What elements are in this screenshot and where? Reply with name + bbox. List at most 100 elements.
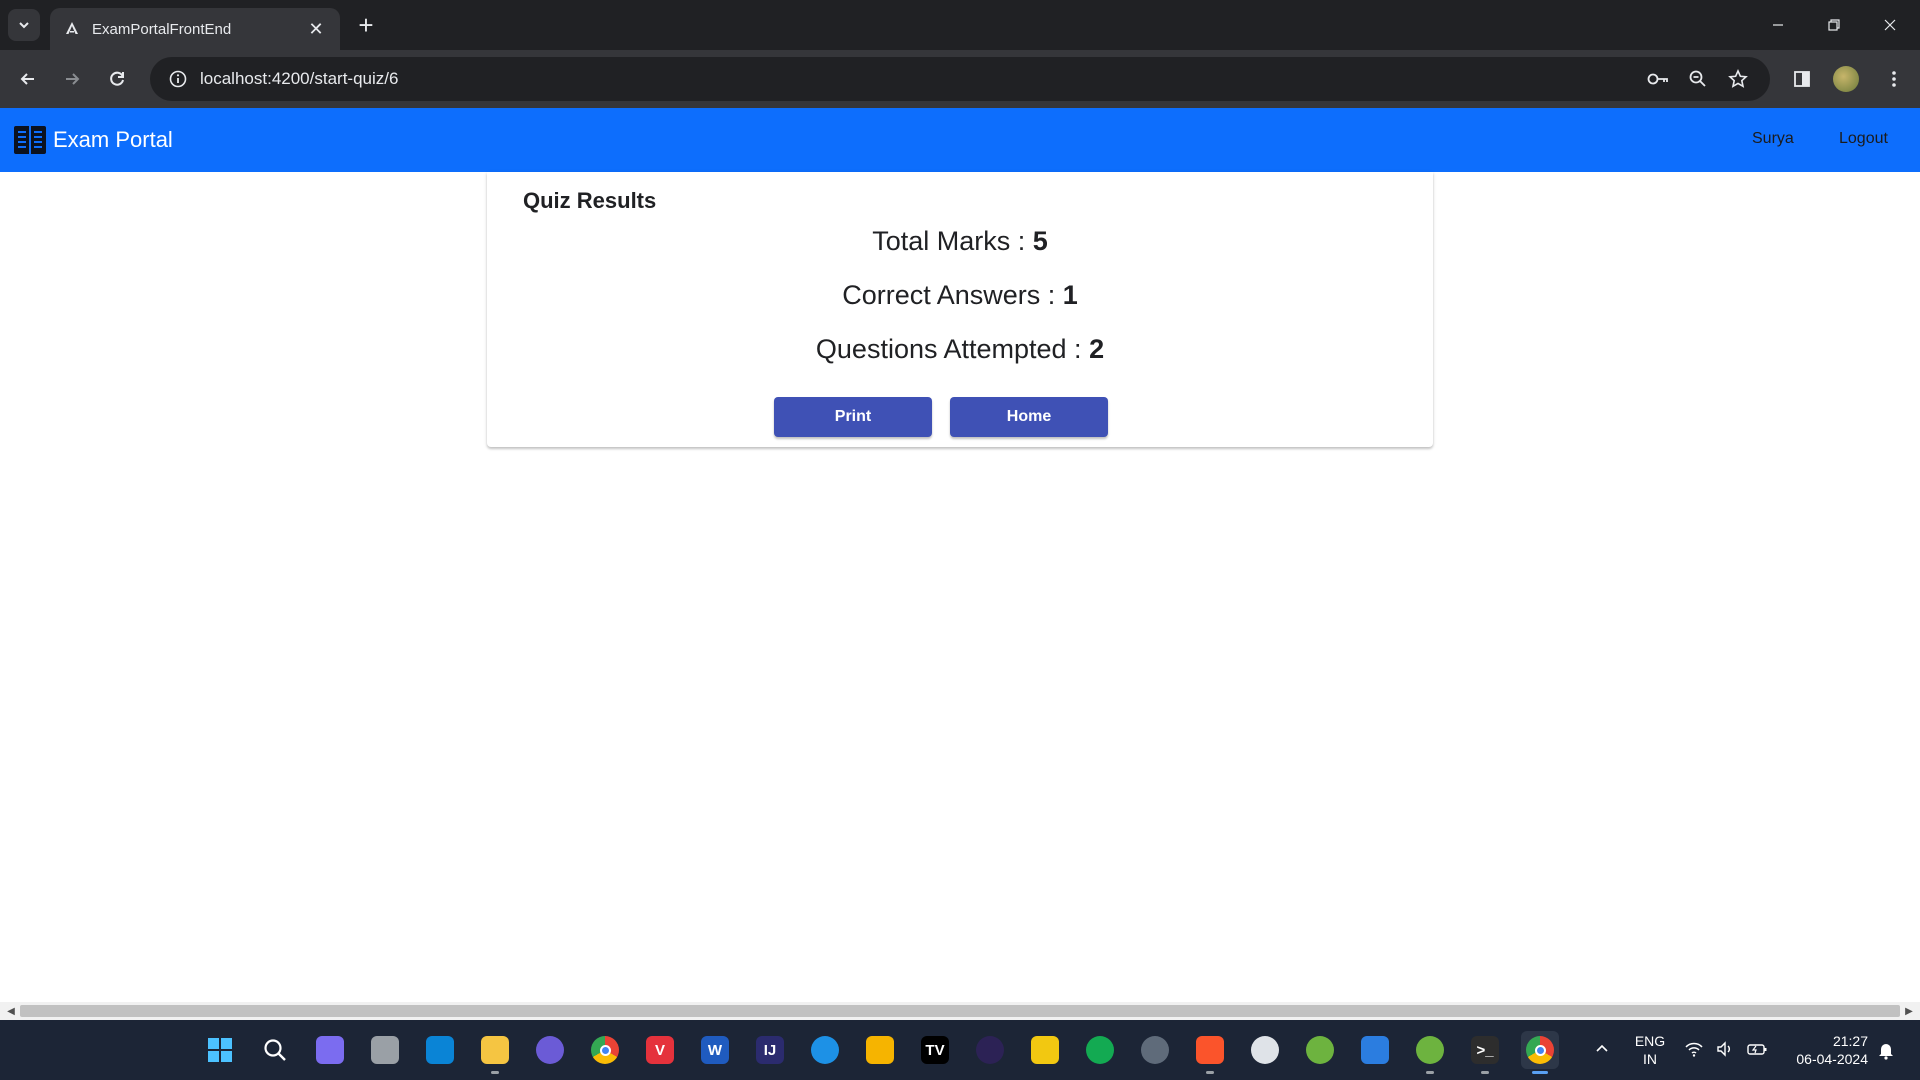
questions-attempted-line: Questions Attempted : 2 — [487, 334, 1433, 365]
taskbar-app-intellij[interactable]: IJ — [751, 1031, 789, 1069]
minimize-button[interactable] — [1750, 0, 1806, 50]
scrollbar-thumb[interactable] — [20, 1005, 1900, 1017]
language-region: IN — [1643, 1051, 1657, 1067]
print-button[interactable]: Print — [774, 397, 932, 437]
volume-icon — [1717, 1041, 1730, 1057]
taskbar-app-clock[interactable] — [1246, 1031, 1284, 1069]
tab-close-icon[interactable]: ✕ — [306, 19, 326, 40]
home-button[interactable]: Home — [950, 397, 1108, 437]
browser-menu-button[interactable] — [1878, 63, 1910, 95]
side-panel-icon — [1794, 71, 1810, 87]
taskbar-app-app-purple[interactable] — [531, 1031, 569, 1069]
taskbar-app-remote[interactable] — [1356, 1031, 1394, 1069]
taskbar-app-settings[interactable] — [1136, 1031, 1174, 1069]
running-indicator — [1532, 1071, 1548, 1074]
app-navbar: Exam Portal Surya Logout — [0, 108, 1920, 172]
browser-tab-active[interactable]: ExamPortalFrontEnd ✕ — [50, 8, 340, 50]
search-icon — [261, 1036, 289, 1064]
taskbar-app-tradingview[interactable]: TV — [916, 1031, 954, 1069]
notifications-button[interactable] — [1874, 1040, 1898, 1064]
arrow-right-icon — [66, 73, 80, 85]
minimize-icon — [1773, 24, 1783, 26]
taskbar-app-chrome-2[interactable] — [1521, 1031, 1559, 1074]
new-tab-button[interactable]: + — [352, 12, 380, 40]
power-bi-icon — [1031, 1036, 1059, 1064]
clock-icon — [1251, 1036, 1279, 1064]
nav-logout-link[interactable]: Logout — [1839, 130, 1888, 148]
tab-search-button[interactable] — [8, 9, 40, 41]
scroll-left-icon[interactable]: ◀ — [2, 1002, 20, 1020]
brave-icon — [1196, 1036, 1224, 1064]
taskbar-app-spring-1[interactable] — [1301, 1031, 1339, 1069]
close-window-button[interactable] — [1862, 0, 1918, 50]
restore-icon — [1828, 19, 1840, 31]
taskbar-app-search[interactable] — [256, 1031, 294, 1069]
taskbar-app-word[interactable]: W — [696, 1031, 734, 1069]
taskbar-app-start[interactable] — [201, 1031, 239, 1069]
scroll-right-icon[interactable]: ▶ — [1900, 1002, 1918, 1020]
password-key-icon[interactable] — [1642, 63, 1674, 95]
reload-icon — [110, 71, 124, 86]
system-tray-status[interactable] — [1684, 1040, 1768, 1058]
running-indicator — [1206, 1071, 1214, 1074]
total-marks-line: Total Marks : 5 — [487, 226, 1433, 257]
chrome-icon — [1526, 1036, 1554, 1064]
taskbar-app-keep[interactable] — [861, 1031, 899, 1069]
clock-date[interactable]: 21:27 06-04-2024 — [1778, 1032, 1868, 1068]
zoom-icon[interactable] — [1682, 63, 1714, 95]
gear-icon — [1141, 1036, 1169, 1064]
taskbar-app-spring-2[interactable] — [1411, 1031, 1449, 1074]
back-button[interactable] — [12, 63, 44, 95]
reload-button[interactable] — [101, 63, 133, 95]
restore-button[interactable] — [1806, 0, 1862, 50]
task-view-icon — [371, 1036, 399, 1064]
brand[interactable]: Exam Portal — [13, 123, 173, 157]
battery-icon — [1747, 1044, 1767, 1055]
book-icon — [14, 126, 46, 154]
angular-icon — [64, 21, 80, 37]
taskbar-app-power-bi[interactable] — [1026, 1031, 1064, 1069]
eclipse-icon — [976, 1036, 1004, 1064]
taskbar: V W IJ TV >_ ENG IN 21:27 06-04-2024 — [0, 1020, 1920, 1080]
taskbar-app-eclipse[interactable] — [971, 1031, 1009, 1069]
questions-attempted-value: 2 — [1089, 334, 1105, 364]
taskbar-app-copilot[interactable] — [311, 1031, 349, 1069]
total-marks-value: 5 — [1032, 226, 1048, 256]
language-indicator[interactable]: ENG IN — [1628, 1032, 1672, 1068]
taskbar-app-task-view[interactable] — [366, 1031, 404, 1069]
tradingview-icon: TV — [921, 1036, 949, 1064]
forward-button[interactable] — [56, 63, 88, 95]
profile-button[interactable] — [1830, 63, 1862, 95]
site-info-icon[interactable] — [156, 69, 200, 89]
horizontal-scrollbar[interactable]: ◀ ▶ — [0, 1002, 1920, 1020]
browser-toolbar: localhost:4200/start-quiz/6 — [0, 50, 1920, 108]
running-indicator — [491, 1071, 499, 1074]
running-indicator — [1481, 1071, 1489, 1074]
word-icon: W — [701, 1036, 729, 1064]
avatar — [1833, 66, 1859, 92]
taskbar-app-vivaldi[interactable]: V — [641, 1031, 679, 1069]
taskbar-app-mongodb[interactable] — [1081, 1031, 1119, 1069]
taskbar-app-file-explorer[interactable] — [476, 1031, 514, 1074]
mongodb-icon — [1086, 1036, 1114, 1064]
running-indicator — [1426, 1071, 1434, 1074]
taskbar-app-terminal[interactable]: >_ — [1466, 1031, 1504, 1074]
remote-desktop-icon — [1361, 1036, 1389, 1064]
bookmark-star-icon[interactable] — [1722, 63, 1754, 95]
taskbar-app-docker[interactable] — [806, 1031, 844, 1069]
notes-icon — [866, 1036, 894, 1064]
language-code: ENG — [1634, 1033, 1666, 1049]
clock-date-text: 06-04-2024 — [1796, 1051, 1868, 1067]
taskbar-app-chrome-1[interactable] — [586, 1031, 624, 1069]
show-hidden-icons[interactable] — [1588, 1040, 1616, 1060]
side-panel-button[interactable] — [1786, 63, 1818, 95]
total-marks-label: Total Marks : — [872, 226, 1033, 256]
taskbar-app-brave[interactable] — [1191, 1031, 1229, 1074]
address-bar[interactable]: localhost:4200/start-quiz/6 — [150, 57, 1770, 101]
nav-user-link[interactable]: Surya — [1752, 130, 1794, 148]
tab-title: ExamPortalFrontEnd — [92, 20, 232, 38]
taskbar-app-vscode[interactable] — [421, 1031, 459, 1069]
bell-icon — [1879, 1044, 1893, 1060]
correct-answers-line: Correct Answers : 1 — [487, 280, 1433, 311]
correct-answers-label: Correct Answers : — [842, 280, 1063, 310]
